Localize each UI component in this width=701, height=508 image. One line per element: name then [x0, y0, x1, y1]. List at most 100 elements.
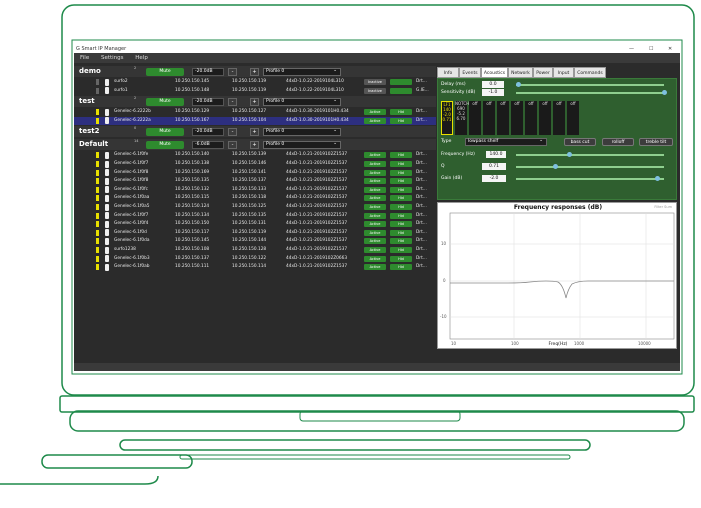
tab-power[interactable]: Power — [533, 67, 553, 78]
device-status-badge[interactable]: Active — [364, 229, 386, 236]
device-status-badge[interactable]: Active — [364, 247, 386, 253]
profile-select[interactable]: Profile 0 ⌄ — [263, 127, 341, 136]
device-switch-icon[interactable] — [96, 229, 99, 236]
gain-decrease-button[interactable]: - — [228, 140, 237, 149]
device-switch-icon[interactable] — [96, 109, 99, 116]
device-row[interactable]: surfo1238 10.250.150.108 10.250.150.128 44x… — [74, 246, 436, 254]
filter-type-select[interactable]: lowpass shelf ⌄ — [465, 138, 547, 146]
device-row[interactable]: Genelec-6.1f0aa 10.250.150.115 10.250.150.… — [74, 194, 436, 202]
filter-slot[interactable]: off — [539, 101, 551, 135]
device-row[interactable]: Genelec-6.1f0f8 10.250.150.135 10.250.150.… — [74, 177, 436, 185]
device-status-badge[interactable]: Inactive — [364, 79, 386, 85]
gain-decrease-button[interactable]: - — [228, 97, 237, 106]
device-identify-button[interactable]: Hid — [390, 264, 412, 271]
delay-slider-knob[interactable] — [516, 82, 521, 87]
menu-settings[interactable]: Settings — [101, 55, 124, 61]
device-identify-button[interactable]: Hid — [390, 152, 412, 159]
device-row[interactable]: Genelec-6.2222a 10.250.150.167 10.250.150.… — [74, 116, 436, 125]
device-status-badge[interactable]: Active — [364, 178, 386, 185]
device-status-badge[interactable]: Active — [364, 109, 386, 116]
filter-slot[interactable]: off — [553, 101, 565, 135]
device-row[interactable]: Genelec-6.1f0fc 10.250.150.132 10.250.150.… — [74, 186, 436, 194]
device-row[interactable]: Genelec-6.1f0f7 10.250.150.134 10.250.150.… — [74, 212, 436, 220]
device-identify-button[interactable]: Hid — [390, 255, 412, 262]
tab-commands[interactable]: Commands — [574, 67, 606, 78]
q-value[interactable]: 0.71 — [482, 163, 506, 170]
device-switch-icon[interactable] — [96, 204, 99, 210]
filter-slot[interactable]: off — [483, 101, 495, 135]
profile-select[interactable]: Profile 0 ⌄ — [263, 67, 341, 76]
device-status-badge[interactable]: Active — [364, 221, 386, 228]
device-row[interactable]: Genelec-6.1f0da 10.250.150.145 10.250.150.… — [74, 237, 436, 245]
treble-tilt-button[interactable]: treble tilt — [639, 138, 673, 146]
menu-file[interactable]: File — [80, 55, 89, 61]
gain-slider[interactable] — [516, 178, 664, 180]
group-name[interactable]: test — [79, 97, 95, 105]
gain-value[interactable]: -2.0 — [482, 175, 506, 182]
device-row[interactable]: Genelec-6.1f0f8 10.250.150.169 10.250.150.… — [74, 169, 436, 177]
device-switch-icon[interactable] — [96, 247, 99, 253]
device-identify-button[interactable]: Hid — [390, 161, 412, 167]
gain-increase-button[interactable]: + — [250, 140, 259, 149]
device-switch-icon[interactable] — [96, 117, 99, 124]
mute-button[interactable]: Mute — [146, 67, 184, 76]
group-gain-field[interactable]: -20.0dB — [192, 67, 224, 76]
mute-button[interactable]: Mute — [146, 97, 184, 106]
device-status-badge[interactable]: Active — [364, 195, 386, 202]
device-switch-icon[interactable] — [96, 264, 99, 271]
device-switch-icon[interactable] — [96, 238, 99, 245]
gain-decrease-button[interactable]: - — [228, 127, 237, 136]
tab-acoustics[interactable]: Acoustics — [481, 67, 508, 78]
frequency-slider[interactable] — [516, 154, 664, 156]
device-switch-icon[interactable] — [96, 161, 99, 167]
device-status-badge[interactable]: Active — [364, 186, 386, 193]
device-row[interactable]: Genelec-6.2222b 10.250.150.129 10.250.150.… — [74, 108, 436, 116]
filter-slot[interactable]: NOTCH 690 -5.2 6.70 — [455, 101, 469, 135]
device-switch-icon[interactable] — [96, 152, 99, 159]
delay-slider[interactable] — [516, 84, 664, 86]
gain-decrease-button[interactable]: - — [228, 67, 237, 76]
device-row[interactable]: surfo1 10.250.150.148 10.250.150.119 44xD-1… — [74, 87, 436, 95]
frequency-value[interactable]: 140.0 — [486, 151, 506, 158]
device-status-badge[interactable]: Active — [364, 161, 386, 167]
q-slider[interactable] — [516, 166, 664, 168]
delay-value[interactable]: 0.0 — [482, 81, 504, 88]
device-identify-button[interactable]: Hid — [390, 221, 412, 228]
profile-select[interactable]: Profile 0 ⌄ — [263, 140, 341, 149]
device-row[interactable]: Genelec-6.1f0a5 10.250.150.124 10.250.150.… — [74, 203, 436, 211]
device-status-badge[interactable]: Active — [364, 264, 386, 271]
device-identify-button[interactable]: Hid — [390, 195, 412, 202]
tab-network[interactable]: Network — [508, 67, 533, 78]
gain-increase-button[interactable]: + — [250, 97, 259, 106]
device-row[interactable]: surfo2 10.250.150.145 10.250.150.119 44xD-1… — [74, 78, 436, 86]
device-row[interactable]: Genelec-6.1f0d 10.250.150.117 10.250.150.1… — [74, 229, 436, 237]
sensitivity-value[interactable]: -1.0 — [482, 89, 504, 96]
tab-input[interactable]: Input — [553, 67, 574, 78]
device-identify-button[interactable]: Hid — [390, 169, 412, 176]
device-switch-icon[interactable] — [96, 255, 99, 262]
device-switch-icon[interactable] — [96, 79, 99, 85]
device-status-badge[interactable]: Active — [364, 152, 386, 159]
mute-button[interactable]: Mute — [146, 140, 184, 149]
device-identify-button[interactable]: Hid — [390, 229, 412, 236]
gain-increase-button[interactable]: + — [250, 127, 259, 136]
device-switch-icon[interactable] — [96, 186, 99, 193]
gain-increase-button[interactable]: + — [250, 67, 259, 76]
filter-slot[interactable]: off — [525, 101, 537, 135]
group-gain-field[interactable]: -6.0dB — [192, 140, 224, 149]
minimize-icon[interactable]: — — [629, 45, 634, 53]
gain-slider-knob[interactable] — [654, 176, 660, 181]
rolloff-button[interactable]: rolloff — [602, 138, 634, 146]
device-switch-icon[interactable] — [96, 178, 99, 185]
device-identify-button[interactable]: Hid — [390, 212, 412, 219]
bass-cut-button[interactable]: bass cut — [564, 138, 596, 146]
device-identify-button[interactable]: Hid — [390, 109, 412, 116]
device-status-badge[interactable]: Active — [364, 238, 386, 245]
group-name[interactable]: test2 — [79, 127, 99, 135]
group-name[interactable]: Default — [79, 140, 108, 148]
device-row[interactable]: Genelec-6.1f0ab 10.250.150.111 10.250.150.… — [74, 263, 436, 271]
device-status-badge[interactable]: Active — [364, 169, 386, 176]
device-status-badge[interactable]: Active — [364, 212, 386, 219]
filter-slot[interactable]: off — [511, 101, 523, 135]
device-identify-button[interactable] — [390, 87, 412, 94]
